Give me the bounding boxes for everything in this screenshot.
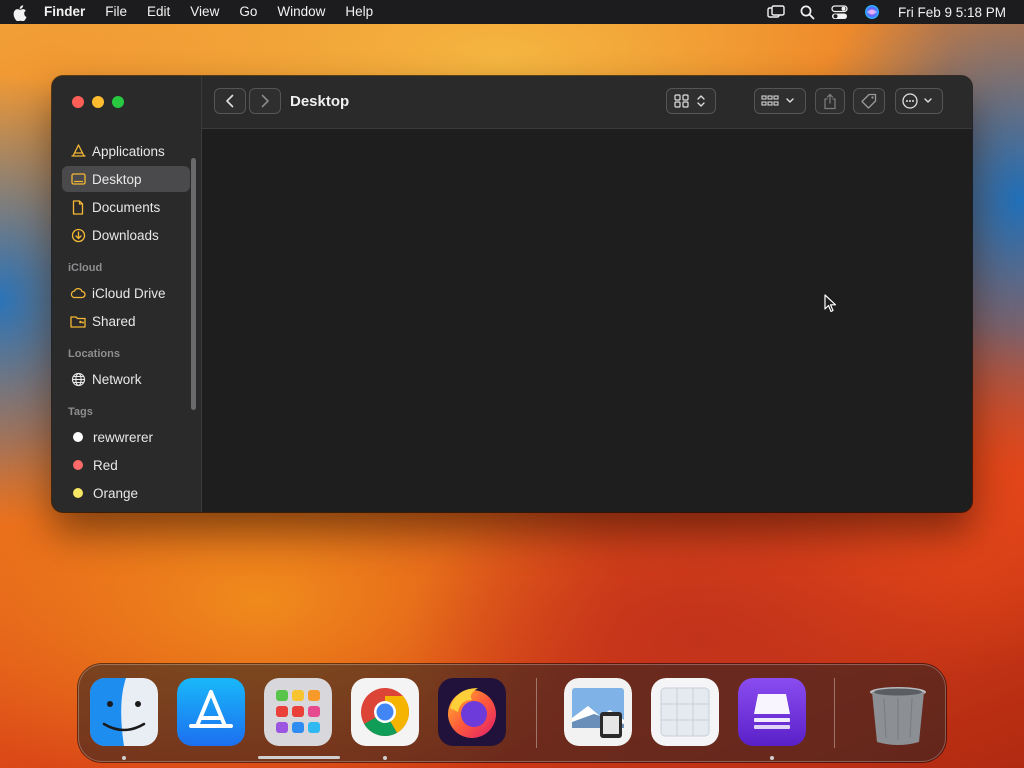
sidebar-list: Applications Desktop Documents Downloads <box>62 138 190 508</box>
group-grid-icon <box>761 95 794 106</box>
sidebar-item-label: Shared <box>92 313 136 329</box>
sidebar-item-label: rewwrerer <box>93 429 154 445</box>
menu-go[interactable]: Go <box>229 0 267 24</box>
dock-scroll-indicator <box>258 756 340 759</box>
menu-file[interactable]: File <box>95 0 137 24</box>
finder-window: Applications Desktop Documents Downloads <box>52 76 972 512</box>
dock-separator <box>834 678 835 748</box>
share-button[interactable] <box>815 88 845 114</box>
dock <box>78 664 946 762</box>
chevron-left-icon <box>226 94 234 108</box>
apple-menu-icon[interactable] <box>0 3 40 21</box>
running-indicator <box>383 756 387 760</box>
close-window-button[interactable] <box>72 96 84 108</box>
dock-finder-icon[interactable] <box>90 678 158 746</box>
icon-view-icon <box>674 94 705 108</box>
spotlight-search-icon[interactable] <box>792 0 824 24</box>
chevron-right-icon <box>261 94 269 108</box>
forward-button[interactable] <box>249 88 281 114</box>
sidebar-item-label: iCloud Drive <box>92 285 166 301</box>
menu-edit[interactable]: Edit <box>137 0 180 24</box>
tag-color-dot <box>73 488 83 498</box>
documents-icon <box>70 199 86 215</box>
dock-preview-icon[interactable] <box>564 678 632 746</box>
dock-simulator-icon[interactable] <box>738 678 806 746</box>
zoom-window-button[interactable] <box>112 96 124 108</box>
menu-help[interactable]: Help <box>335 0 383 24</box>
sidebar-item-label: Documents <box>92 199 161 215</box>
screen-mirroring-icon[interactable] <box>760 0 792 24</box>
globe-icon <box>70 371 86 387</box>
mouse-pointer-icon <box>824 294 837 313</box>
control-center-icon[interactable] <box>824 0 856 24</box>
finder-toolbar: Desktop <box>202 76 972 129</box>
window-controls <box>72 96 124 108</box>
view-mode-button[interactable] <box>666 88 716 114</box>
window-title: Desktop <box>290 93 350 110</box>
back-button[interactable] <box>214 88 246 114</box>
dock-screenshot-icon[interactable] <box>651 678 719 746</box>
dock-trash-icon[interactable] <box>864 678 932 746</box>
tag-color-dot <box>73 460 83 470</box>
action-menu-button[interactable] <box>895 88 943 114</box>
sidebar-item-applications[interactable]: Applications <box>62 138 190 164</box>
finder-content-area[interactable] <box>202 129 972 512</box>
applications-icon <box>70 143 86 159</box>
sidebar-item-documents[interactable]: Documents <box>62 194 190 220</box>
sidebar-item-shared[interactable]: Shared <box>62 308 190 334</box>
sidebar-item-label: Desktop <box>92 171 142 187</box>
sidebar-item-label: Red <box>93 457 118 473</box>
sidebar-item-downloads[interactable]: Downloads <box>62 222 190 248</box>
running-indicator <box>122 756 126 760</box>
running-indicator <box>770 756 774 760</box>
group-by-button[interactable] <box>754 88 806 114</box>
downloads-icon <box>70 227 86 243</box>
share-icon <box>824 93 836 109</box>
sidebar-tag-rewwrerer[interactable]: rewwrerer <box>62 424 190 450</box>
dock-launchpad-icon[interactable] <box>264 678 332 746</box>
sidebar-item-desktop[interactable]: Desktop <box>62 166 190 192</box>
sidebar-item-label: Downloads <box>92 227 159 243</box>
sidebar-tag-red[interactable]: Red <box>62 452 190 478</box>
dock-app-store-icon[interactable] <box>177 678 245 746</box>
dock-firefox-icon[interactable] <box>438 678 506 746</box>
menu-view[interactable]: View <box>180 0 229 24</box>
sidebar-section-tags: Tags <box>68 406 93 418</box>
menu-bar-clock[interactable]: Fri Feb 9 5:18 PM <box>888 5 1024 20</box>
menu-app-finder[interactable]: Finder <box>40 0 95 24</box>
sidebar-section-locations: Locations <box>68 348 120 360</box>
sidebar-item-label: Applications <box>92 143 165 159</box>
sidebar-item-icloud-drive[interactable]: iCloud Drive <box>62 280 190 306</box>
siri-icon[interactable] <box>856 0 888 24</box>
dock-separator <box>536 678 537 748</box>
sidebar-scrollbar[interactable] <box>191 158 196 410</box>
sidebar-item-label: Network <box>92 371 142 387</box>
finder-sidebar: Applications Desktop Documents Downloads <box>52 76 202 512</box>
desktop-icon <box>70 171 86 187</box>
tag-color-dot <box>73 432 83 442</box>
menu-window[interactable]: Window <box>267 0 335 24</box>
tag-button[interactable] <box>853 88 885 114</box>
ellipsis-circle-icon <box>902 93 932 109</box>
menu-bar: Finder File Edit View Go Window Help Fri… <box>0 0 1024 24</box>
shared-folder-icon <box>70 313 86 329</box>
sidebar-tag-orange[interactable]: Orange <box>62 480 190 506</box>
sidebar-section-icloud: iCloud <box>68 262 103 274</box>
minimize-window-button[interactable] <box>92 96 104 108</box>
tag-icon <box>861 93 877 109</box>
sidebar-item-network[interactable]: Network <box>62 366 190 392</box>
dock-chrome-icon[interactable] <box>351 678 419 746</box>
sidebar-item-label: Orange <box>93 485 139 501</box>
cloud-icon <box>70 285 86 301</box>
